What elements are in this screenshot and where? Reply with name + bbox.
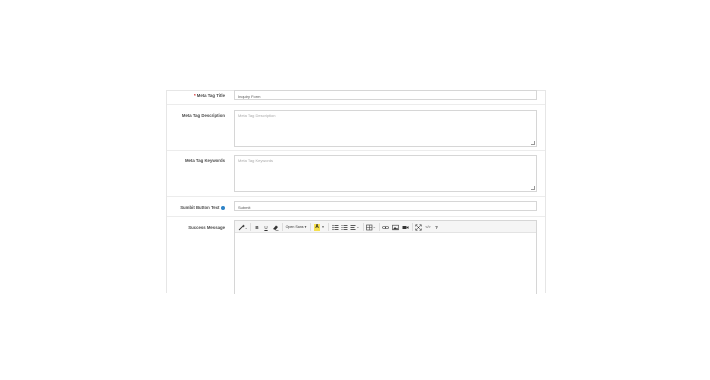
bold-button[interactable]: B (254, 224, 260, 231)
toolbar-separator (250, 223, 251, 231)
meta-title-label: *Meta Tag Title (194, 93, 225, 98)
seo-settings-panel: *Meta Tag Title Inquiry Form Meta Tag De… (166, 90, 546, 294)
fullscreen-icon[interactable] (415, 223, 422, 231)
meta-description-textarea[interactable]: Meta Tag Description (234, 110, 537, 147)
editor-toolbar: B U Open Sans ▾ A ▾ </> ? (235, 221, 536, 233)
toolbar-separator (363, 223, 364, 231)
align-icon[interactable] (350, 224, 360, 231)
submit-text-row: Sumbit Button Text Submit (167, 196, 545, 216)
chevron-down-icon[interactable]: ▾ (321, 224, 325, 231)
toolbar-separator (412, 223, 413, 231)
table-icon[interactable] (366, 224, 376, 231)
ordered-list-icon[interactable] (341, 224, 348, 231)
meta-keywords-textarea[interactable]: Meta Tag Keywords (234, 155, 537, 192)
meta-title-row: *Meta Tag Title Inquiry Form (167, 90, 545, 104)
meta-title-input[interactable]: Inquiry Form (234, 90, 537, 100)
picture-icon[interactable] (392, 224, 399, 231)
meta-keywords-label: Meta Tag Keywords (184, 158, 225, 163)
unordered-list-icon[interactable] (332, 224, 339, 231)
success-message-editor[interactable]: B U Open Sans ▾ A ▾ </> ? (234, 220, 537, 294)
help-button[interactable]: ? (434, 224, 439, 231)
toolbar-separator (282, 223, 283, 231)
submit-text-label: Sumbit Button Text (180, 205, 225, 210)
info-circle-icon[interactable] (221, 205, 225, 210)
code-view-button[interactable]: </> (424, 224, 432, 231)
success-message-label: Success Message (188, 225, 225, 230)
editor-content-area[interactable] (235, 233, 536, 295)
magic-wand-icon[interactable] (238, 224, 248, 231)
eraser-icon[interactable] (272, 224, 279, 231)
underline-button[interactable]: U (263, 224, 269, 231)
submit-text-input[interactable]: Submit (234, 201, 537, 211)
required-marker: * (194, 93, 196, 98)
meta-description-label: Meta Tag Description (181, 113, 225, 118)
font-family-dropdown[interactable]: Open Sans ▾ (285, 224, 307, 231)
toolbar-separator (310, 223, 311, 231)
toolbar-separator (328, 223, 329, 231)
resize-grip-icon[interactable] (531, 141, 535, 145)
toolbar-separator (379, 223, 380, 231)
resize-grip-icon[interactable] (531, 186, 535, 190)
link-icon[interactable] (382, 224, 389, 231)
text-color-button[interactable]: A (314, 223, 320, 231)
meta-description-row: Meta Tag Description Meta Tag Descriptio… (167, 104, 545, 150)
meta-keywords-row: Meta Tag Keywords Meta Tag Keywords (167, 150, 545, 196)
video-icon[interactable] (402, 224, 409, 231)
